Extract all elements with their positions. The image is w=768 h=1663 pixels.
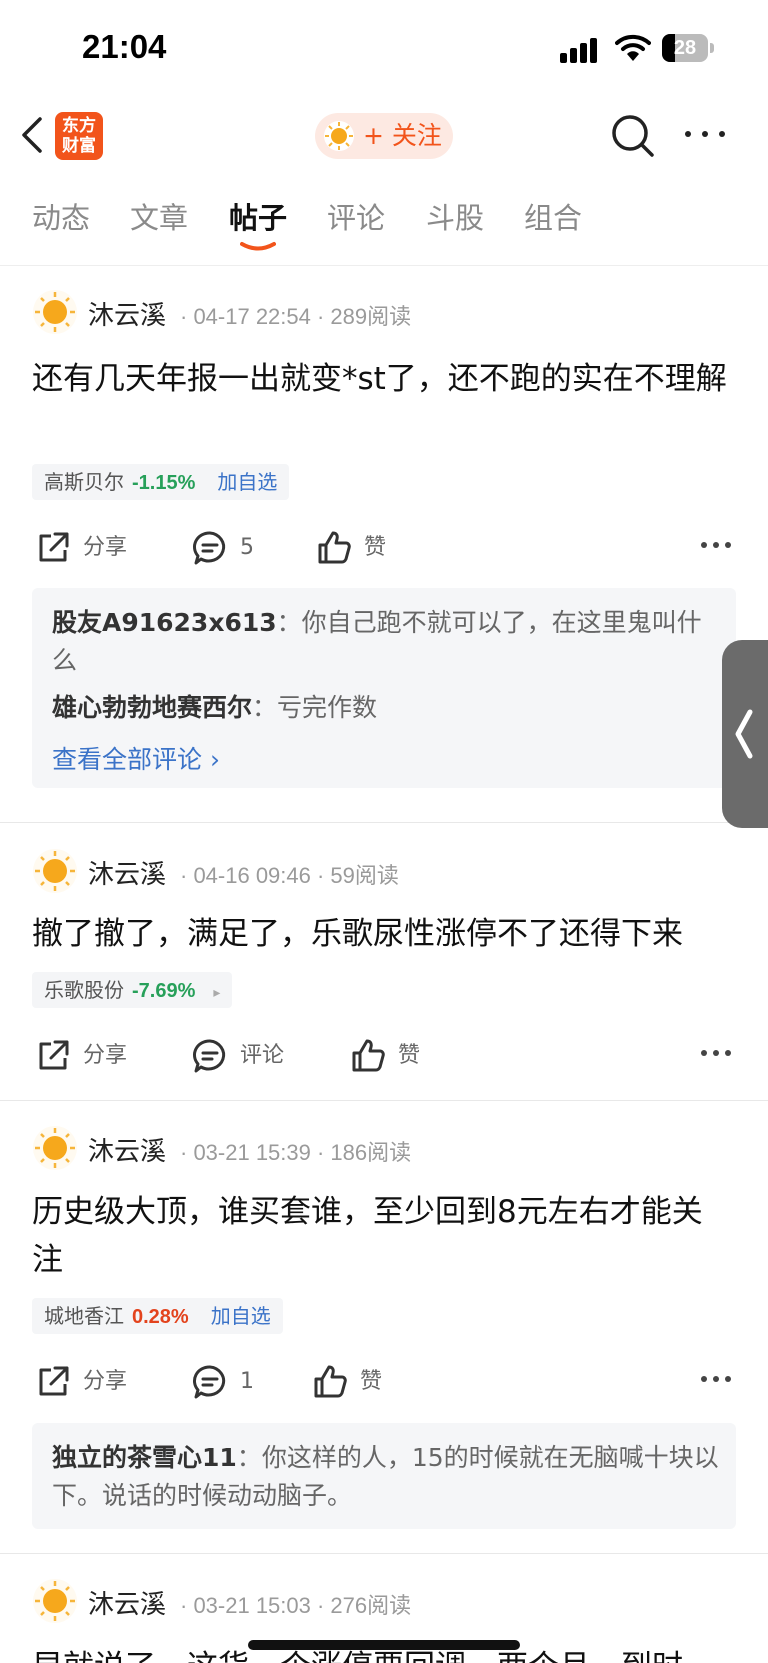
share-label: 分享 [83, 1043, 128, 1068]
post-actions: 分享 评论 赞 [0, 1034, 768, 1078]
stock-change: 0.28% [132, 1306, 189, 1328]
add-watchlist-button[interactable]: 加自选 [211, 1304, 271, 1328]
tab-portfolio[interactable]: 组合 [524, 195, 582, 237]
tab-bar: 动态 文章 帖子 评论 斗股 组合 [0, 195, 768, 266]
like-label: 赞 [364, 535, 387, 560]
author-name[interactable]: 沐云溪 [88, 295, 166, 332]
author-name[interactable]: 沐云溪 [88, 854, 166, 891]
search-icon[interactable] [610, 113, 656, 159]
comment-icon [193, 1039, 226, 1073]
comment-label: 评论 [240, 1043, 285, 1068]
follow-button[interactable]: + 关注 [315, 113, 453, 159]
battery-percent: 28 [673, 37, 697, 59]
post-meta: · 04-16 09:46 · 59阅读 [180, 863, 399, 888]
more-icon[interactable] [700, 1374, 732, 1384]
nav-bar: 东方 财富 + 关注 [0, 105, 768, 167]
comment-preview[interactable]: 股友A91623x613：你自己跑不就可以了，在这里鬼叫什么 雄心勃勃地赛西尔：… [32, 588, 736, 788]
follow-label: + 关注 [363, 121, 442, 150]
comment-icon [193, 1365, 226, 1399]
logo-line2: 财富 [62, 136, 96, 156]
app-logo[interactable]: 东方 财富 [55, 112, 103, 160]
post-meta: · 04-17 22:54 · 289阅读 [180, 304, 412, 329]
tab-articles[interactable]: 文章 [130, 195, 188, 237]
share-label: 分享 [83, 1369, 128, 1394]
add-watchlist-button[interactable]: 加自选 [217, 470, 277, 494]
like-label: 赞 [360, 1369, 383, 1394]
post-actions: 分享 1 赞 [0, 1360, 768, 1404]
author-name[interactable]: 沐云溪 [88, 1131, 166, 1168]
more-icon[interactable] [680, 119, 730, 149]
tab-comments[interactable]: 评论 [327, 195, 385, 237]
stock-change: -1.15% [132, 472, 196, 494]
stock-name: 乐歌股份 [44, 978, 124, 1002]
battery-icon: 28 [662, 34, 714, 62]
comment-user[interactable]: 股友A91623x613 [52, 608, 277, 637]
comment-item[interactable]: 股友A91623x613：你自己跑不就可以了，在这里鬼叫什么 [52, 604, 722, 680]
stock-change: -7.69% [132, 980, 196, 1002]
comment-user[interactable]: 独立的茶雪心11 [52, 1443, 237, 1472]
comment-text: 亏完作数 [277, 693, 378, 722]
logo-line1: 东方 [62, 116, 96, 136]
post-text[interactable]: 历史级大顶，谁买套谁，至少回到8元左右才能关注 [32, 1188, 732, 1284]
stock-tag[interactable]: 城地香江 0.28% 加自选 [32, 1298, 283, 1334]
stock-name: 城地香江 [44, 1304, 124, 1328]
author-name[interactable]: 沐云溪 [88, 1584, 166, 1621]
author-avatar-icon[interactable] [32, 289, 78, 335]
tab-posts[interactable]: 帖子 [229, 195, 287, 237]
stock-tag[interactable]: 乐歌股份 -7.69% ▸ [32, 972, 233, 1008]
comment-icon [193, 531, 226, 565]
post-text[interactable]: 还有几天年报一出就变*st了，还不跑的实在不理解 [32, 355, 732, 403]
comment-item[interactable]: 雄心勃勃地赛西尔：亏完作数 [52, 689, 722, 727]
post-actions: 分享 5 赞 [0, 526, 768, 570]
comment-preview[interactable]: 独立的茶雪心11：你这样的人，15的时候就在无脑喊十块以下。说话的时候动动脑子。 [32, 1423, 736, 1529]
chevron-right-icon: ▸ [213, 985, 221, 1001]
comment-count: 1 [240, 1369, 254, 1394]
thumbs-up-icon [318, 531, 351, 564]
share-label: 分享 [83, 535, 128, 560]
author-avatar-icon[interactable] [32, 848, 78, 894]
comment-item[interactable]: 独立的茶雪心11：你这样的人，15的时候就在无脑喊十块以下。说话的时候动动脑子。 [52, 1439, 722, 1515]
thumbs-up-icon [352, 1039, 385, 1072]
status-bar: 21:04 28 [0, 0, 768, 100]
side-drawer-handle[interactable] [722, 640, 768, 828]
tab-dynamic[interactable]: 动态 [32, 195, 90, 237]
more-icon[interactable] [700, 1048, 732, 1058]
signal-icon [560, 38, 600, 63]
share-icon [39, 1040, 69, 1070]
wifi-icon [615, 34, 651, 61]
share-icon [39, 532, 69, 562]
active-tab-indicator [240, 242, 276, 251]
comment-sep: ： [252, 693, 278, 722]
comment-sep: ： [236, 1443, 262, 1472]
user-avatar-icon [324, 121, 354, 151]
post-text[interactable]: 撤了撤了，满足了，乐歌尿性涨停不了还得下来 [32, 910, 732, 958]
author-avatar-icon[interactable] [32, 1578, 78, 1624]
comment-sep: ： [276, 608, 302, 637]
back-icon[interactable] [18, 115, 48, 155]
home-indicator[interactable] [248, 1640, 520, 1650]
stock-tag[interactable]: 高斯贝尔 -1.15% 加自选 [32, 464, 290, 500]
post-meta: · 03-21 15:03 · 276阅读 [180, 1593, 412, 1618]
divider [0, 822, 768, 823]
share-icon [39, 1366, 69, 1396]
like-label: 赞 [398, 1043, 421, 1068]
thumbs-up-icon [314, 1365, 347, 1398]
tab-stock-battle[interactable]: 斗股 [426, 195, 484, 237]
view-all-comments-link[interactable]: 查看全部评论 › [52, 740, 220, 776]
more-icon[interactable] [700, 540, 732, 550]
comment-user[interactable]: 雄心勃勃地赛西尔 [52, 693, 252, 722]
author-avatar-icon[interactable] [32, 1125, 78, 1171]
comment-count: 5 [240, 535, 254, 560]
status-time: 21:04 [82, 28, 167, 65]
stock-name: 高斯贝尔 [44, 470, 124, 494]
post-meta: · 03-21 15:39 · 186阅读 [180, 1140, 412, 1165]
divider [0, 1100, 768, 1101]
chevron-left-icon [735, 709, 753, 759]
